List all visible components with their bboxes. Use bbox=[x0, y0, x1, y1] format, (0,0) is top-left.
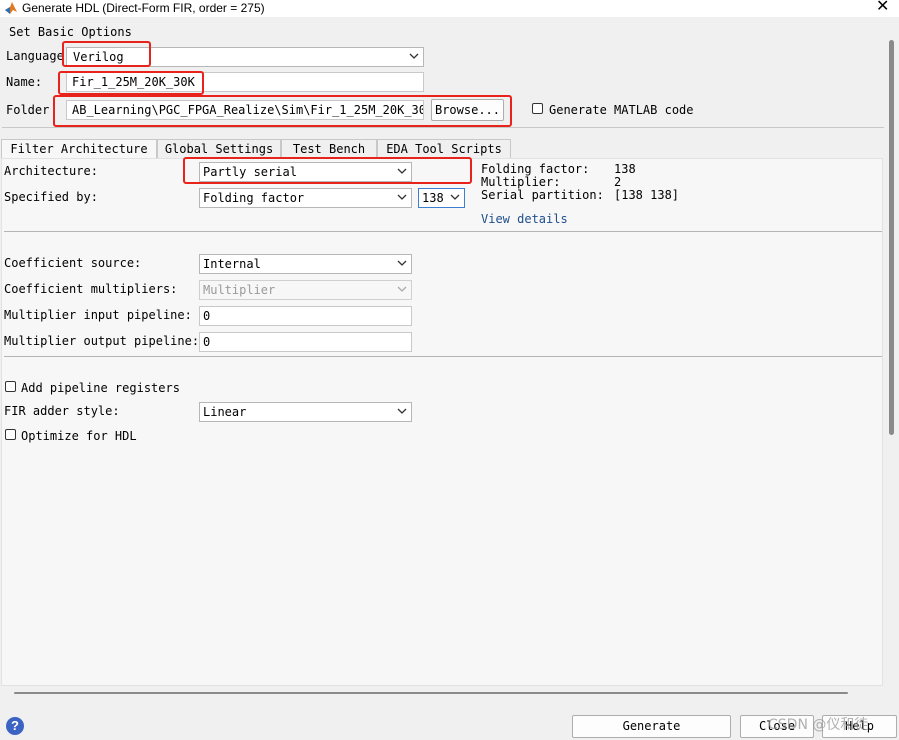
filter-architecture-panel bbox=[1, 158, 883, 686]
architecture-value: Partly serial bbox=[203, 165, 297, 179]
help-icon[interactable]: ? bbox=[6, 717, 24, 735]
coefficient-multipliers-value: Multiplier bbox=[203, 283, 276, 297]
multiplier-output-pipeline-label: Multiplier output pipeline: bbox=[4, 334, 200, 348]
chevron-down-icon bbox=[397, 408, 407, 414]
multiplier-input-pipeline-label: Multiplier input pipeline: bbox=[4, 308, 192, 322]
specified-by-value: Folding factor bbox=[203, 191, 305, 205]
add-pipeline-registers-label: Add pipeline registers bbox=[21, 381, 180, 395]
generate-matlab-checkbox[interactable] bbox=[532, 103, 543, 114]
coefficient-multipliers-label: Coefficient multipliers: bbox=[4, 282, 178, 296]
divider bbox=[4, 356, 882, 357]
name-input[interactable]: Fir_1_25M_20K_30K bbox=[66, 72, 424, 92]
language-select[interactable]: Verilog bbox=[66, 47, 424, 67]
serial-partition-label: Serial partition: bbox=[481, 188, 604, 202]
folder-label: Folder bbox=[6, 103, 50, 117]
horizontal-scrollbar[interactable] bbox=[14, 692, 848, 694]
coefficient-source-select[interactable]: Internal bbox=[199, 254, 412, 274]
architecture-select[interactable]: Partly serial bbox=[199, 162, 412, 182]
fir-adder-style-label: FIR adder style: bbox=[4, 404, 120, 418]
chevron-down-icon bbox=[397, 194, 407, 200]
generate-button[interactable]: Generate bbox=[572, 715, 731, 738]
tab-filter-architecture[interactable]: Filter Architecture bbox=[1, 139, 157, 159]
browse-button[interactable]: Browse... bbox=[431, 99, 504, 121]
serial-partition-value: [138 138] bbox=[614, 188, 680, 202]
chevron-down-icon bbox=[397, 168, 407, 174]
generate-matlab-label: Generate MATLAB code bbox=[549, 103, 694, 117]
multiplier-output-pipeline-input[interactable]: 0 bbox=[199, 332, 412, 352]
chevron-down-icon bbox=[397, 260, 407, 266]
add-pipeline-registers-checkbox[interactable] bbox=[5, 381, 16, 392]
vertical-scroll-thumb[interactable] bbox=[889, 40, 894, 435]
folder-input[interactable]: AB_Learning\PGC_FPGA_Realize\Sim\Fir_1_2… bbox=[66, 100, 424, 120]
matlab-logo-icon bbox=[5, 2, 17, 14]
name-label: Name: bbox=[6, 75, 43, 89]
coefficient-source-label: Coefficient source: bbox=[4, 256, 142, 270]
tab-eda-tool-scripts[interactable]: EDA Tool Scripts bbox=[377, 139, 511, 158]
watermark: CSDN @仪和徒 bbox=[768, 717, 869, 733]
window-title: Generate HDL (Direct-Form FIR, order = 2… bbox=[22, 1, 265, 15]
coefficient-source-value: Internal bbox=[203, 257, 261, 271]
tab-global-settings[interactable]: Global Settings bbox=[157, 139, 281, 158]
close-icon[interactable]: ✕ bbox=[876, 0, 889, 15]
multiplier-input-pipeline-input[interactable]: 0 bbox=[199, 306, 412, 326]
fir-adder-style-select[interactable]: Linear bbox=[199, 402, 412, 422]
chevron-down-icon bbox=[450, 194, 460, 200]
specified-by-select[interactable]: Folding factor bbox=[199, 188, 412, 208]
fir-adder-style-value: Linear bbox=[203, 405, 247, 419]
chevron-down-icon bbox=[397, 286, 407, 292]
factor-value: 138 bbox=[422, 191, 444, 205]
chevron-down-icon bbox=[409, 53, 419, 59]
tab-test-bench[interactable]: Test Bench bbox=[281, 139, 377, 158]
specified-by-label: Specified by: bbox=[4, 190, 98, 204]
factor-select[interactable]: 138 bbox=[418, 188, 465, 208]
optimize-for-hdl-checkbox[interactable] bbox=[5, 429, 16, 440]
language-value: Verilog bbox=[73, 50, 124, 64]
basic-options-title: Set Basic Options bbox=[9, 25, 132, 39]
coefficient-multipliers-select: Multiplier bbox=[199, 280, 412, 300]
divider bbox=[4, 231, 882, 232]
language-label: Language bbox=[6, 49, 64, 63]
architecture-label: Architecture: bbox=[4, 164, 98, 178]
view-details-link[interactable]: View details bbox=[481, 211, 568, 227]
optimize-for-hdl-label: Optimize for HDL bbox=[21, 429, 137, 443]
